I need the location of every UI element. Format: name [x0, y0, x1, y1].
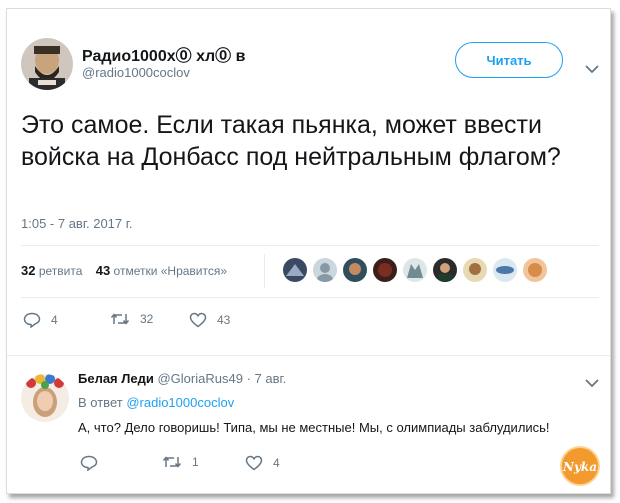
reply-text: А, что? Дело говоришь! Типа, мы не местн… — [78, 420, 550, 435]
tweet-text: Это самое. Если такая пьянка, может ввес… — [21, 111, 561, 171]
reply-retweet-action[interactable]: 1 — [162, 455, 199, 469]
reply-author-avatar[interactable] — [21, 374, 69, 422]
in-reply-to: В ответ @radio1000coclov — [78, 395, 234, 410]
reply-retweet-count: 1 — [192, 455, 199, 469]
like-count[interactable]: 43 — [96, 263, 110, 278]
liker-avatar[interactable] — [373, 258, 397, 282]
retweet-count[interactable]: 32 — [21, 263, 35, 278]
tweet-card: Радио1000х⓪ хл⓪ в @radio1000coclov Читат… — [6, 8, 611, 494]
in-reply-handle[interactable]: @radio1000coclov — [126, 395, 234, 410]
reply-icon — [23, 312, 41, 328]
reply-like-count: 4 — [273, 456, 280, 470]
reply-reply-action[interactable] — [80, 455, 108, 471]
divider — [7, 355, 610, 356]
follow-button[interactable]: Читать — [455, 42, 563, 78]
retweet-icon — [110, 313, 130, 325]
chevron-down-icon[interactable] — [585, 64, 599, 74]
chevron-down-icon[interactable] — [585, 378, 599, 388]
liker-avatar[interactable] — [313, 258, 337, 282]
reply-author-handle[interactable]: @GloriaRus49 — [157, 371, 242, 386]
author-avatar[interactable] — [21, 38, 73, 90]
reply-count: 4 — [51, 313, 58, 327]
retweet-action[interactable]: 32 — [110, 312, 153, 326]
liker-avatar[interactable] — [523, 258, 547, 282]
like-icon — [245, 455, 263, 471]
liker-avatar[interactable] — [433, 258, 457, 282]
tweet-timestamp[interactable]: 1:05 - 7 авг. 2017 г. — [21, 216, 133, 231]
stats-divider — [264, 254, 265, 288]
divider — [21, 245, 599, 246]
like-icon — [189, 312, 207, 328]
reply-author-name[interactable]: Белая Леди — [78, 371, 154, 386]
like-stat-label[interactable]: отметки «Нравится» — [114, 264, 228, 278]
reply-icon — [80, 455, 98, 471]
reply-like-action[interactable]: 4 — [245, 455, 280, 471]
divider — [21, 297, 599, 298]
liker-avatars — [283, 258, 553, 282]
reply-action[interactable]: 4 — [23, 312, 58, 328]
like-count-action: 43 — [217, 313, 231, 327]
reply-header: Белая Леди @GloriaRus49 · 7 авг. — [78, 371, 286, 386]
retweet-stat-label[interactable]: ретвита — [39, 264, 83, 278]
reply-date[interactable]: · 7 авг. — [247, 371, 287, 386]
liker-avatar[interactable] — [463, 258, 487, 282]
tweet-stats: 32 ретвита 43 отметки «Нравится» — [21, 263, 227, 278]
in-reply-prefix: В ответ — [78, 395, 123, 410]
site-watermark-logo: Nyka — [560, 446, 600, 486]
author-name[interactable]: Радио1000х⓪ хл⓪ в — [82, 42, 245, 66]
liker-avatar[interactable] — [283, 258, 307, 282]
svg-text:Nyka: Nyka — [562, 460, 597, 474]
liker-avatar[interactable] — [343, 258, 367, 282]
retweet-icon — [162, 456, 182, 468]
retweet-count-action: 32 — [140, 312, 154, 326]
author-handle[interactable]: @radio1000coclov — [82, 65, 190, 80]
liker-avatar[interactable] — [493, 258, 517, 282]
like-action[interactable]: 43 — [189, 312, 230, 328]
liker-avatar[interactable] — [403, 258, 427, 282]
